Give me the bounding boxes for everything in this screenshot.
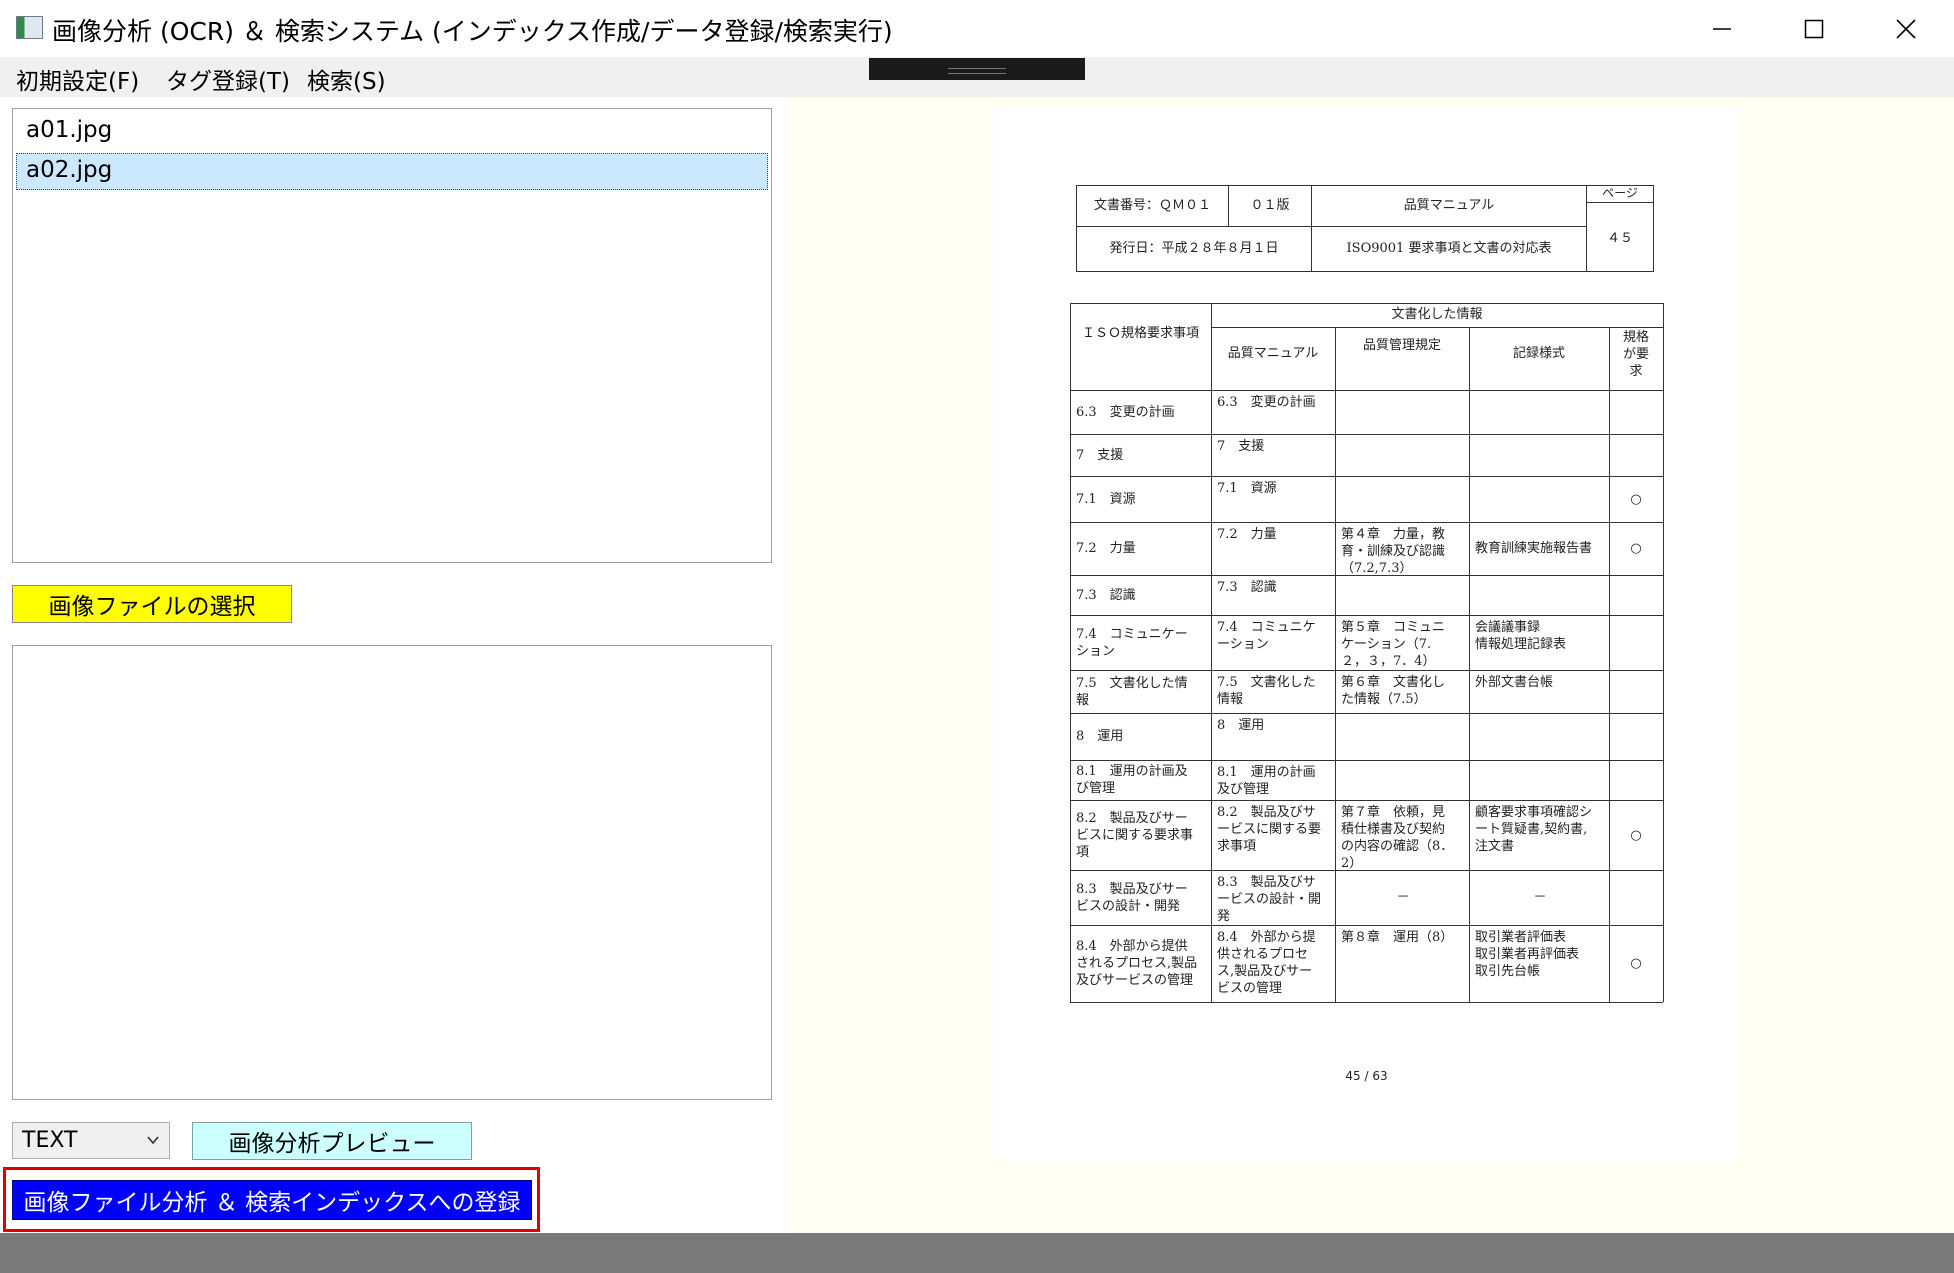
- table-row-manual: 8.4 外部から提 供されるプロセ ス,製品及びサー ビスの管理: [1217, 930, 1316, 996]
- table-row-iso: 7.4 コミュニケー ション: [1076, 627, 1188, 659]
- table-row-rules: 第５章 コミュニ ケーション（7. ２，３，7．4）: [1341, 620, 1446, 669]
- col-header-rules: 品質管理規定: [1362, 338, 1441, 353]
- window-title: 画像分析 (OCR) ＆ 検索システム (インデックス作成/データ登録/検索実行…: [52, 17, 893, 46]
- table-row-rules: 第６章 文書化し た情報（7.5）: [1341, 675, 1446, 707]
- minimize-icon: [1713, 27, 1731, 30]
- table-row-forms: －: [1533, 890, 1547, 905]
- close-icon: [1896, 18, 1916, 39]
- selected-highlight: [16, 153, 768, 190]
- register-index-button[interactable]: 画像ファイル分析 ＆ 検索インデックスへの登録: [12, 1180, 532, 1220]
- table-row-iso: 7.1 資源: [1076, 492, 1136, 507]
- doc-issue-date: 発行日：平成２８年８月１日: [1109, 241, 1279, 256]
- maximize-button[interactable]: [1768, 0, 1860, 57]
- maximize-icon: [1804, 19, 1824, 38]
- close-button[interactable]: [1860, 0, 1952, 57]
- table-row-required: ○: [1630, 828, 1642, 843]
- table-row-forms: 外部文書台帳: [1475, 675, 1554, 690]
- select-image-button[interactable]: 画像ファイルの選択: [12, 585, 292, 623]
- table-row-rules: 第７章 依頼，見 積仕様書及び契約 の内容の確認（8． 2）: [1341, 805, 1454, 871]
- table-row-forms: 教育訓練実施報告書: [1475, 541, 1593, 556]
- table-row-iso: 8.3 製品及びサー ビスの設計・開発: [1076, 882, 1188, 914]
- document-preview-page: 文書番号：ＱＭ０１ ０１版 品質マニュアル ページ 発行日：平成２８年８月１日 …: [993, 106, 1740, 1161]
- table-row-iso: 8 運用: [1076, 729, 1124, 744]
- col-group-header: 文書化した情報: [1391, 307, 1483, 322]
- table-row-iso: 8.1 運用の計画及 び管理: [1076, 764, 1188, 796]
- table-row-iso: 7.2 力量: [1076, 541, 1136, 556]
- col-header-manual: 品質マニュアル: [1227, 346, 1319, 361]
- status-bar: [0, 1233, 1954, 1273]
- doc-title: 品質マニュアル: [1403, 198, 1495, 213]
- mode-select-value: TEXT: [22, 1128, 78, 1153]
- table-row-rules: 第８章 運用（8）: [1341, 930, 1454, 945]
- ocr-result-textarea[interactable]: [12, 645, 772, 1100]
- table-row-manual: 8 運用: [1217, 718, 1265, 733]
- app-icon: [16, 16, 43, 39]
- doc-page-number: ４５: [1606, 231, 1633, 246]
- table-row-manual: 7.4 コミュニケ ーション: [1217, 620, 1316, 652]
- table-row-required: ○: [1630, 541, 1642, 556]
- doc-page-footer: 45 / 63: [1345, 1069, 1388, 1083]
- table-row-rules: 第４章 力量，教 育・訓練及び認識 （7.2,7.3）: [1341, 527, 1446, 576]
- table-row-manual: 8.2 製品及びサ ービスに関する要 求事項: [1217, 805, 1322, 854]
- file-list[interactable]: a01.jpg a02.jpg: [12, 108, 772, 563]
- table-row-manual: 7.3 認識: [1217, 580, 1277, 595]
- minimize-button[interactable]: [1676, 0, 1768, 57]
- menu-initial-settings[interactable]: 初期設定(F): [16, 62, 139, 96]
- col-header-iso: ＩＳＯ規格要求事項: [1081, 326, 1199, 341]
- doc-edition: ０１版: [1250, 198, 1290, 213]
- table-row-required: ○: [1630, 492, 1642, 507]
- table-row-manual: 7.1 資源: [1217, 481, 1277, 496]
- table-row-manual: 7 支援: [1217, 439, 1265, 454]
- table-row-iso: 6.3 変更の計画: [1076, 405, 1175, 420]
- grip-icon: [948, 68, 1006, 74]
- table-row-manual: 8.3 製品及びサ ービスの設計・開 発: [1217, 875, 1322, 924]
- table-row-manual: 6.3 変更の計画: [1217, 395, 1316, 410]
- table-row-iso: 7 支援: [1076, 448, 1124, 463]
- doc-number: 文書番号：ＱＭ０１: [1093, 198, 1211, 213]
- analysis-preview-button[interactable]: 画像分析プレビュー: [192, 1122, 472, 1160]
- menu-tag-register[interactable]: タグ登録(T): [166, 62, 290, 96]
- doc-page-label: ページ: [1602, 186, 1638, 200]
- col-header-required: 規格 が要 求: [1622, 330, 1649, 379]
- table-row-required: ○: [1630, 956, 1642, 971]
- table-row-manual: 7.5 文書化した 情報: [1217, 675, 1316, 707]
- table-row-iso: 7.3 認識: [1076, 588, 1136, 603]
- table-row-manual: 8.1 運用の計画 及び管理: [1217, 765, 1316, 797]
- table-row-forms: 会議議事録 情報処理記録表: [1475, 620, 1567, 652]
- table-row-rules: －: [1396, 890, 1410, 905]
- table-row-forms: 顧客要求事項確認シ ート質疑書,契約書, 注文書: [1475, 805, 1593, 854]
- menu-search[interactable]: 検索(S): [307, 62, 386, 96]
- file-item-a02[interactable]: a02.jpg: [26, 157, 112, 183]
- table-row-manual: 7.2 力量: [1217, 527, 1277, 542]
- table-row-iso: 8.4 外部から提供 されるプロセス,製品 及びサービスの管理: [1076, 939, 1198, 988]
- table-row-iso: 8.2 製品及びサー ビスに関する要求事 項: [1076, 811, 1194, 860]
- file-item-a01[interactable]: a01.jpg: [26, 117, 112, 143]
- table-row-forms: 取引業者評価表 取引業者再評価表 取引先台帳: [1475, 930, 1580, 979]
- chevron-down-icon: [147, 1136, 159, 1145]
- col-header-forms: 記録様式: [1512, 346, 1565, 361]
- doc-subject: ISO9001 要求事項と文書の対応表: [1346, 241, 1552, 256]
- table-row-iso: 7.5 文書化した情 報: [1076, 676, 1188, 708]
